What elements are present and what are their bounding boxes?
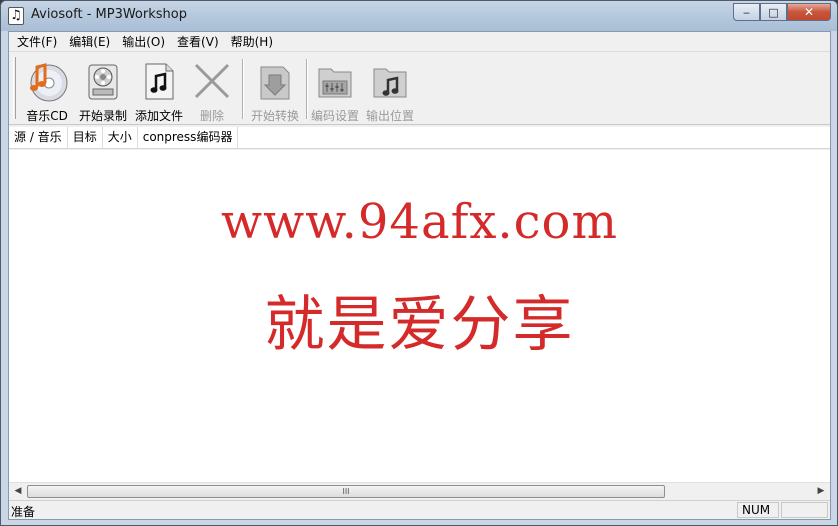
scroll-thumb[interactable]: III [27,485,665,498]
encoder-settings-button[interactable]: 编码设置 [309,55,361,123]
music-note-icon[interactable]: ♫ [8,7,24,25]
music-file-icon [145,63,174,100]
client-area: 文件(F) 编辑(E) 输出(O) 查看(V) 帮助(H) 音乐CD 开始录制 … [8,31,831,520]
scroll-left-icon[interactable]: ◀ [11,485,25,498]
toolbar: 音乐CD 开始录制 添加文件 删除 开始转换 编码设置 输出位置 [9,53,830,125]
toolbar-grip[interactable] [13,57,16,119]
output-location-button[interactable]: 输出位置 [363,55,417,123]
start-record-button[interactable]: 开始录制 [75,55,131,123]
menu-output[interactable]: 输出(O) [116,33,171,51]
num-lock-indicator: NUM [737,502,779,518]
delete-button[interactable]: 删除 [187,55,237,123]
start-convert-button[interactable]: 开始转换 [246,55,304,123]
menu-bar: 文件(F) 编辑(E) 输出(O) 查看(V) 帮助(H) [9,32,830,52]
watermark-url: www.94afx.com [221,194,618,250]
output-folder-icon [373,68,407,98]
delete-x-icon [194,63,230,99]
status-pane-empty [781,502,828,518]
toolbar-separator [306,59,308,119]
film-reel-icon [88,64,118,100]
status-text: 准备 [11,505,36,519]
delete-label: 删除 [199,109,224,123]
output-location-label: 输出位置 [365,109,414,123]
column-source[interactable]: 源 / 音乐 [9,127,68,149]
scroll-right-icon[interactable]: ▶ [814,485,828,498]
menu-help[interactable]: 帮助(H) [225,33,279,51]
window-title: Aviosoft - MP3Workshop [31,7,187,22]
column-encoder[interactable]: conpress编码器 [138,127,239,149]
column-size[interactable]: 大小 [103,127,138,149]
horizontal-scrollbar[interactable]: ◀ III ▶ [9,482,830,499]
music-cd-label: 音乐CD [26,109,68,123]
close-button[interactable]: ✕ [787,3,831,21]
start-record-label: 开始录制 [78,109,127,123]
music-cd-icon [30,63,68,102]
maximize-button[interactable]: □ [760,3,787,21]
encoder-settings-icon [318,68,352,98]
start-convert-label: 开始转换 [250,109,299,123]
list-header: 源 / 音乐 目标 大小 conpress编码器 [9,127,830,149]
app-window: ♫ Aviosoft - MP3Workshop ‒ □ ✕ 文件(F) 编辑(… [0,0,838,526]
title-bar[interactable]: ♫ Aviosoft - MP3Workshop ‒ □ ✕ [1,1,837,31]
watermark-slogan: 就是爱分享 [264,290,575,360]
menu-file[interactable]: 文件(F) [11,33,63,51]
convert-icon [260,66,290,100]
column-target[interactable]: 目标 [68,127,103,149]
file-list[interactable]: www.94afx.com 就是爱分享 [9,150,830,482]
add-file-button[interactable]: 添加文件 [131,55,187,123]
menu-view[interactable]: 查看(V) [171,33,225,51]
menu-edit[interactable]: 编辑(E) [63,33,116,51]
caption-buttons: ‒ □ ✕ [733,3,831,21]
add-file-label: 添加文件 [134,109,183,123]
toolbar-separator [242,59,244,119]
music-cd-button[interactable]: 音乐CD [19,55,75,123]
status-bar: 准备 NUM [9,500,830,519]
minimize-button[interactable]: ‒ [733,3,760,21]
encoder-settings-label: 编码设置 [310,109,359,123]
